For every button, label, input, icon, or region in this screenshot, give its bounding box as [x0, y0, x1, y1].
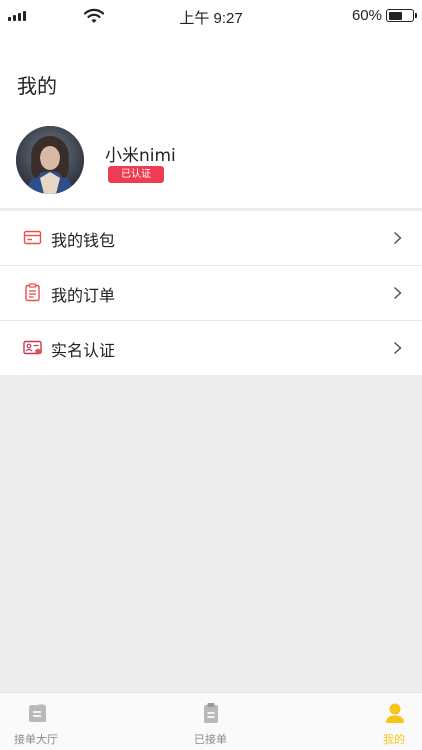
menu-list: 我的钱包 我的订单 实名认证 [0, 211, 422, 375]
hall-icon [29, 703, 46, 722]
verified-badge: 已认证 [108, 166, 164, 183]
avatar-image [16, 126, 84, 194]
tab-accepted[interactable]: 已接单 [174, 693, 248, 750]
menu-label: 实名认证 [51, 341, 116, 360]
tab-label: 接单大厅 [14, 733, 58, 746]
tab-label: 我的 [383, 733, 405, 746]
user-icon [386, 703, 404, 723]
id-card-icon [23, 340, 42, 355]
status-bar: 上午 9:27 60% [0, 0, 422, 32]
battery-fill [388, 11, 402, 20]
menu-item-orders[interactable]: 我的订单 [0, 266, 422, 321]
tab-mine[interactable]: 我的 [372, 693, 422, 750]
wallet-icon [23, 230, 42, 245]
menu-label: 我的钱包 [51, 231, 116, 250]
chevron-right-icon [393, 341, 402, 355]
chevron-right-icon [393, 286, 402, 300]
order-icon [25, 283, 40, 302]
battery-percent: 60% [351, 7, 382, 24]
battery-icon [386, 9, 417, 22]
menu-item-wallet[interactable]: 我的钱包 [0, 211, 422, 266]
avatar[interactable] [16, 126, 84, 194]
page-title: 我的 [17, 74, 57, 98]
bottom-tab-bar: 接单大厅 已接单 我的 [0, 692, 422, 750]
tab-hall[interactable]: 接单大厅 [0, 693, 74, 750]
chevron-right-icon [393, 231, 402, 245]
menu-item-real-name-verification[interactable]: 实名认证 [0, 321, 422, 375]
menu-label: 我的订单 [51, 286, 116, 305]
profile-header: 我的 小米nimi 已认证 [0, 32, 422, 208]
tab-label: 已接单 [194, 733, 227, 746]
username: 小米nimi [105, 146, 176, 166]
clipboard-icon [204, 703, 218, 723]
